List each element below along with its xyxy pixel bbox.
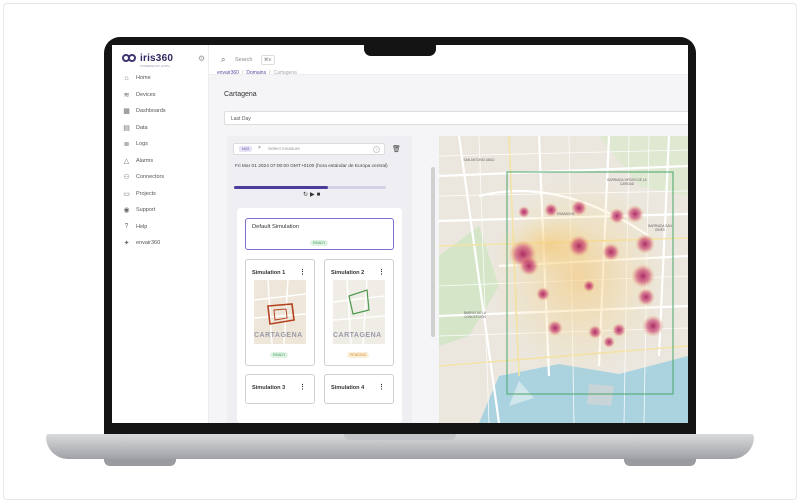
sidebar-item-support[interactable]: ◉ Support xyxy=(112,202,209,219)
sidebar-item-label: Home xyxy=(136,75,151,82)
close-icon[interactable]: × xyxy=(258,145,261,151)
thumbnail-label: CARTAGENA xyxy=(333,332,382,339)
simulation-panel: NO2 × Select measure ? 🗑 Fri Mar 01 2024… xyxy=(227,136,412,423)
map-label: BARRIADA SAN GINÉS xyxy=(648,224,672,232)
laptop-foot-right xyxy=(624,459,696,466)
sidebar-item-help[interactable]: ? Help xyxy=(112,219,209,236)
map-label: BARRIADA VIRGEN DE LA CARIDAD xyxy=(607,178,647,186)
replay-icon[interactable]: ↻ xyxy=(303,192,310,198)
sidebar-item-alarms[interactable]: △ Alarms xyxy=(112,153,209,170)
sidebar-item-envair360[interactable]: ✦ envair360 xyxy=(112,235,209,252)
measure-placeholder: Select measure xyxy=(268,146,300,151)
envair-icon: ✦ xyxy=(123,240,130,248)
more-options-icon[interactable]: ⋮ xyxy=(299,383,306,391)
logs-icon: ≣ xyxy=(123,141,130,149)
search-input[interactable]: Search xyxy=(235,57,252,63)
more-options-icon[interactable]: ⋮ xyxy=(378,268,385,276)
search-shortcut: ⌘K xyxy=(261,55,275,65)
sidebar-item-devices[interactable]: ≋ Devices xyxy=(112,87,209,104)
wifi-icon: ≋ xyxy=(123,91,130,99)
status-badge: READY xyxy=(310,240,329,246)
database-icon: ▤ xyxy=(123,124,130,132)
stop-icon[interactable]: ■ xyxy=(317,192,323,198)
laptop-opening-notch xyxy=(344,434,456,440)
playback-controls: ↻▶■ xyxy=(303,191,322,198)
sidebar-item-label: envair360 xyxy=(136,240,161,247)
logo-subtitle: POWERED BY HOPU xyxy=(140,64,170,68)
map-label: SAN ANTONIO ABAD xyxy=(463,158,495,162)
sidebar-item-projects[interactable]: ▭ Projects xyxy=(112,186,209,203)
topbar: ⌕ Search ⌘K envair360/Domains / Cartagena xyxy=(209,45,688,76)
more-options-icon[interactable]: ⋮ xyxy=(299,268,306,276)
map-label: ENSANCHE xyxy=(557,212,575,216)
sidebar-item-label: Logs xyxy=(136,141,148,148)
support-icon: ◉ xyxy=(123,207,130,215)
timeline-slider[interactable] xyxy=(234,186,386,189)
simulation-thumbnail: CARTAGENA xyxy=(254,280,306,344)
sidebar-item-logs[interactable]: ≣ Logs xyxy=(112,136,209,153)
camera-notch xyxy=(364,45,436,56)
sidebar-item-label: Support xyxy=(136,207,156,214)
screen: iris360 POWERED BY HOPU ⚙ ⌂ Home ≋ Devices… xyxy=(112,45,688,423)
dashboard-icon: ▦ xyxy=(123,108,130,116)
home-icon: ⌂ xyxy=(124,74,129,82)
sidebar-item-label: Help xyxy=(136,223,148,230)
page-title: Cartagena xyxy=(224,91,257,98)
simulation-title: Default Simulation xyxy=(252,224,300,230)
more-options-icon[interactable]: ⋮ xyxy=(378,383,385,391)
sidebar-item-label: Connectors xyxy=(136,174,165,181)
map-canvas xyxy=(439,136,688,423)
logo-text: iris360 xyxy=(140,53,174,64)
status-badge: PENDING xyxy=(347,352,370,358)
sidebar-item-label: Data xyxy=(136,124,148,131)
measure-chip: NO2 xyxy=(239,146,253,152)
search-icon[interactable]: ⌕ xyxy=(221,55,225,65)
logo[interactable]: iris360 xyxy=(122,53,173,64)
simulation-title: Simulation 1 xyxy=(252,270,286,276)
period-select[interactable]: Last Day xyxy=(224,111,688,125)
simulation-card[interactable]: Simulation 3 ⋮ xyxy=(245,374,315,404)
measure-select[interactable]: NO2 × Select measure ? xyxy=(233,143,385,155)
thumbnail-label: CARTAGENA xyxy=(254,332,303,339)
sidebar-item-label: Alarms xyxy=(136,157,154,164)
logo-infinity-icon xyxy=(122,54,136,63)
simulation-card[interactable]: Simulation 4 ⋮ xyxy=(324,374,394,404)
simulation-title: Simulation 2 xyxy=(331,270,365,276)
play-icon[interactable]: ▶ xyxy=(310,192,317,198)
sidebar-item-dashboards[interactable]: ▦ Dashboards xyxy=(112,103,209,120)
sidebar-item-home[interactable]: ⌂ Home xyxy=(112,70,209,87)
sidebar: iris360 POWERED BY HOPU ⚙ ⌂ Home ≋ Devices… xyxy=(112,45,209,423)
sidebar-item-label: Dashboards xyxy=(136,108,166,115)
bell-icon: △ xyxy=(123,157,130,165)
laptop-foot-left xyxy=(104,459,176,466)
simulation-card[interactable]: Simulation 2 ⋮ CARTAGENA PENDING xyxy=(324,259,394,366)
timeline-progress xyxy=(234,186,329,189)
trash-icon[interactable]: 🗑 xyxy=(392,145,401,153)
help-icon: ? xyxy=(124,223,129,231)
connector-icon: ⚇ xyxy=(123,174,130,182)
map-label: BARRIO DE LA CONCEPCIÓN xyxy=(463,311,487,319)
panel-scrollbar[interactable] xyxy=(431,167,435,337)
sidebar-item-label: Devices xyxy=(136,91,156,98)
default-simulation-card[interactable]: Default Simulation READY xyxy=(245,218,394,250)
simulation-thumbnail: CARTAGENA xyxy=(333,280,385,344)
simulation-card[interactable]: Simulation 1 ⋮ CARTAGENA READY xyxy=(245,259,315,366)
sidebar-item-label: Projects xyxy=(136,190,156,197)
simulation-list: Default Simulation READY Simulation 1 ⋮ … xyxy=(237,208,402,423)
settings-icon[interactable]: ⚙ xyxy=(198,54,205,63)
current-datetime: Fri Mar 01 2024 07:00:00 GMT+0100 (hora … xyxy=(235,164,388,169)
heatmap-map[interactable]: SAN ANTONIO ABAD BARRIADA VIRGEN DE LA C… xyxy=(439,136,688,423)
sidebar-item-data[interactable]: ▤ Data xyxy=(112,120,209,137)
simulation-title: Simulation 3 xyxy=(252,385,286,391)
question-icon[interactable]: ? xyxy=(373,146,380,153)
sidebar-nav: ⌂ Home ≋ Devices ▦ Dashboards ▤ Data ≣ Logs △… xyxy=(112,70,209,252)
status-badge: READY xyxy=(270,352,289,358)
sidebar-item-connectors[interactable]: ⚇ Connectors xyxy=(112,169,209,186)
folder-icon: ▭ xyxy=(123,190,130,198)
main-content: Cartagena Last Day NO2 × Select measure … xyxy=(209,75,688,423)
simulation-title: Simulation 4 xyxy=(331,385,365,391)
